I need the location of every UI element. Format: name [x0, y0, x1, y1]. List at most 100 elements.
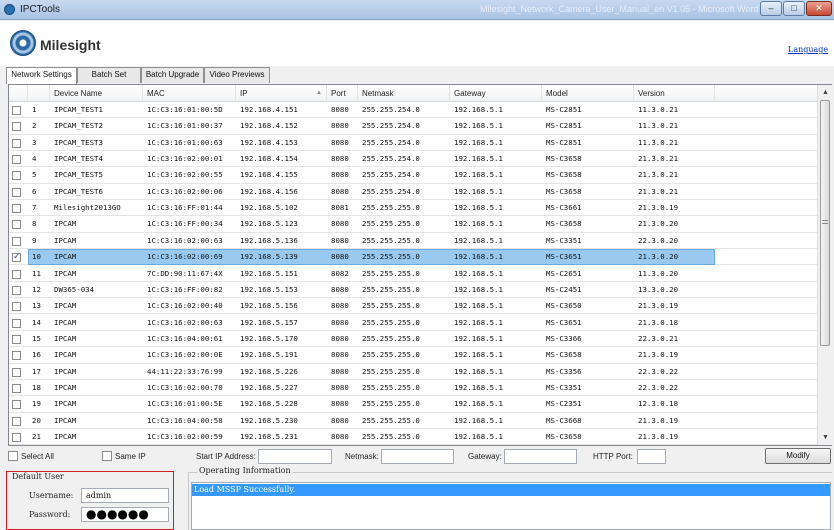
close-button[interactable]: ✕	[806, 1, 832, 16]
table-row[interactable]: 18 IPCAM 1C:C3:16:02:00:70 192.168.5.227 808…	[9, 380, 817, 397]
table-row[interactable]: 7 Milesight2013GO 1C:C3:16:FF:01:44 192.168…	[9, 200, 817, 217]
scroll-up-icon[interactable]: ▲	[818, 85, 833, 100]
minimize-button[interactable]: –	[760, 1, 782, 16]
row-checkbox[interactable]	[12, 334, 21, 344]
username-field[interactable]: admin	[81, 488, 169, 503]
header-version[interactable]: Version	[634, 85, 715, 102]
select-all-checkbox[interactable]	[8, 451, 18, 461]
cell-index: 19	[32, 399, 41, 409]
cell-port: 8080	[331, 366, 349, 376]
table-row[interactable]: 21 IPCAM 1C:C3:16:02:00:59 192.168.5.231 808…	[9, 429, 817, 446]
header-gateway[interactable]: Gateway	[450, 85, 542, 102]
gateway-input[interactable]	[504, 449, 577, 464]
window-title: IPCTools	[20, 4, 61, 15]
table-row[interactable]: 12 DW365-034 1C:C3:16:FF:00:82 192.168.5.15…	[9, 282, 817, 299]
table-row[interactable]: 11 IPCAM 7C:DD:90:11:67:4X 192.168.5.151 808…	[9, 266, 817, 282]
header-mac[interactable]: MAC	[143, 85, 236, 102]
row-checkbox[interactable]	[12, 400, 21, 410]
row-checkbox[interactable]	[12, 122, 21, 132]
gateway-label: Gateway:	[468, 452, 502, 461]
netmask-input[interactable]	[381, 449, 454, 464]
cell-version: 11.3.0.21	[638, 121, 679, 131]
row-checkbox[interactable]	[12, 433, 21, 442]
table-row[interactable]: 4 IPCAM_TEST4 1C:C3:16:02:00:01 192.168.4.1…	[9, 151, 817, 168]
table-row[interactable]: 2 IPCAM_TEST2 1C:C3:16:01:00:37 192.168.4.1…	[9, 118, 817, 135]
cell-version: 21.3.0.19	[638, 415, 679, 425]
start-ip-input[interactable]	[258, 449, 332, 464]
row-checkbox[interactable]	[12, 251, 21, 263]
table-row[interactable]: 3 IPCAM_TEST3 1C:C3:16:01:00:63 192.168.4.1…	[9, 135, 817, 151]
cell-netmask: 255.255.255.0	[362, 252, 420, 262]
http-port-input[interactable]	[637, 449, 666, 464]
row-checkbox[interactable]	[12, 269, 21, 279]
cell-gateway: 192.168.5.1	[454, 252, 503, 262]
cell-index: 5	[32, 170, 37, 180]
tab-batch-set[interactable]: Batch Set	[77, 67, 141, 83]
cell-version: 21.3.0.20	[638, 252, 679, 262]
table-row[interactable]: 5 IPCAM_TEST5 1C:C3:16:02:00:55 192.168.4.1…	[9, 167, 817, 184]
row-checkbox[interactable]	[12, 204, 21, 214]
row-checkbox[interactable]	[12, 302, 21, 312]
operating-info-group: Operating Information Load MSSP Successf…	[188, 466, 832, 530]
cell-port: 8080	[331, 219, 349, 229]
row-checkbox[interactable]	[12, 138, 21, 148]
header-port[interactable]: Port	[327, 85, 358, 102]
row-checkbox[interactable]	[12, 383, 21, 393]
row-checkbox[interactable]	[12, 367, 21, 377]
cell-netmask: 255.255.255.0	[362, 399, 420, 409]
cell-version: 11.3.0.21	[638, 105, 679, 114]
cell-netmask: 255.255.254.0	[362, 137, 420, 147]
table-row[interactable]: 17 IPCAM 44:11:22:33:76:99 192.168.5.226 808…	[9, 364, 817, 380]
table-row[interactable]: 13 IPCAM 1C:C3:16:02:00:40 192.168.5.156 808…	[9, 298, 817, 315]
row-checkbox[interactable]	[12, 171, 21, 181]
cell-version: 21.3.0.21	[638, 170, 679, 180]
row-checkbox[interactable]	[12, 236, 21, 246]
table-row[interactable]: 1 IPCAM_TEST1 1C:C3:16:01:00:5D 192.168.4.1…	[9, 102, 817, 119]
cell-index: 7	[32, 203, 37, 213]
tab-batch-upgrade[interactable]: Batch Upgrade	[141, 67, 204, 83]
table-row[interactable]: 6 IPCAM_TEST6 1C:C3:16:02:00:06 192.168.4.1…	[9, 184, 817, 201]
cell-model: MS-C3668	[546, 415, 582, 425]
row-checkbox[interactable]	[12, 416, 21, 426]
cell-version: 21.3.0.19	[638, 432, 679, 441]
operating-log[interactable]: Load MSSP Successfully.	[191, 482, 831, 530]
table-row[interactable]: 20 IPCAM 1C:C3:16:04:00:58 192.168.5.230 808…	[9, 413, 817, 429]
header-check[interactable]	[9, 85, 28, 102]
header-device-name[interactable]: Device Name	[50, 85, 143, 102]
header-netmask[interactable]: Netmask	[358, 85, 450, 102]
table-row[interactable]: 15 IPCAM 1C:C3:16:04:00:61 192.168.5.170 808…	[9, 331, 817, 348]
cell-version: 21.3.0.19	[638, 350, 679, 360]
modify-button[interactable]: Modify	[765, 448, 831, 464]
scroll-down-icon[interactable]: ▼	[818, 430, 833, 445]
vertical-scrollbar[interactable]: ▲ ▼	[817, 85, 832, 445]
table-row[interactable]: 19 IPCAM 1C:C3:16:01:00:5E 192.168.5.228 808…	[9, 396, 817, 413]
row-checkbox[interactable]	[12, 155, 21, 165]
row-checkbox[interactable]	[12, 106, 21, 115]
table-row[interactable]: 9 IPCAM 1C:C3:16:02:00:63 192.168.5.136 8080…	[9, 233, 817, 250]
maximize-button[interactable]: □	[783, 1, 805, 16]
language-link[interactable]: Language	[788, 45, 828, 54]
cell-ip: 192.168.5.151	[240, 268, 298, 278]
header-ip[interactable]: IP ▲	[236, 85, 327, 102]
row-checkbox[interactable]	[12, 187, 21, 197]
row-checkbox[interactable]	[12, 351, 21, 361]
cell-index: 4	[32, 154, 37, 164]
table-row[interactable]: 10 IPCAM 1C:C3:16:02:00:69 192.168.5.139 808…	[9, 249, 817, 266]
cell-port: 8080	[331, 137, 349, 147]
table-row[interactable]: 16 IPCAM 1C:C3:16:02:00:0E 192.168.5.191 808…	[9, 347, 817, 364]
header-filler	[715, 85, 817, 102]
row-checkbox[interactable]	[12, 285, 21, 295]
same-ip-checkbox[interactable]	[102, 451, 112, 461]
tab-video-previews[interactable]: Video Previews	[204, 67, 270, 83]
cell-netmask: 255.255.255.0	[362, 284, 420, 294]
header-model[interactable]: Model	[542, 85, 634, 102]
tab-network-settings[interactable]: Network Settings	[6, 67, 77, 84]
password-field[interactable]: ●●●●●●	[81, 507, 169, 522]
cell-model: MS-C3661	[546, 203, 582, 213]
row-checkbox[interactable]	[12, 318, 21, 328]
table-row[interactable]: 8 IPCAM 1C:C3:16:FF:00:34 192.168.5.123 8080…	[9, 216, 817, 233]
row-checkbox[interactable]	[12, 220, 21, 230]
cell-device-name: IPCAM	[54, 235, 77, 245]
cell-ip: 192.168.4.152	[240, 121, 298, 131]
table-row[interactable]: 14 IPCAM 1C:C3:16:02:00:63 192.168.5.157 808…	[9, 315, 817, 331]
